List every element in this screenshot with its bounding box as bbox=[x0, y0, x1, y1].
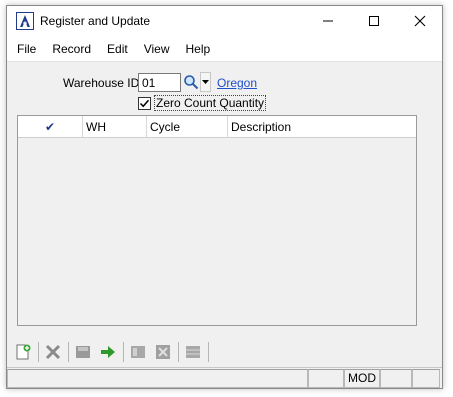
first-icon bbox=[131, 346, 145, 358]
maximize-button[interactable] bbox=[351, 6, 397, 36]
delete-icon bbox=[45, 344, 61, 360]
menu-record[interactable]: Record bbox=[44, 36, 99, 62]
grid-view-button[interactable] bbox=[182, 341, 204, 363]
lookup-button[interactable] bbox=[182, 72, 200, 92]
proceed-button[interactable] bbox=[97, 341, 119, 363]
warehouse-description-link[interactable]: Oregon bbox=[217, 76, 257, 90]
toolbar bbox=[7, 339, 442, 365]
delete-button[interactable] bbox=[42, 341, 64, 363]
magnifier-icon bbox=[184, 75, 199, 90]
save-icon bbox=[76, 346, 90, 358]
close-button[interactable] bbox=[397, 6, 443, 36]
toolbar-separator bbox=[38, 342, 39, 362]
register-and-update-window: Register and Update File Record Edit Vie… bbox=[6, 5, 443, 389]
expand-button[interactable] bbox=[152, 341, 174, 363]
menu-view[interactable]: View bbox=[136, 36, 178, 62]
maximize-icon bbox=[369, 16, 379, 26]
window-title: Register and Update bbox=[40, 14, 151, 28]
title-bar[interactable]: Register and Update bbox=[7, 6, 442, 36]
status-message bbox=[7, 369, 308, 388]
new-icon bbox=[16, 344, 31, 360]
menu-edit[interactable]: Edit bbox=[99, 36, 136, 62]
status-panel bbox=[380, 369, 412, 388]
toolbar-separator bbox=[178, 342, 179, 362]
status-panel bbox=[308, 369, 344, 388]
proceed-icon bbox=[101, 346, 115, 358]
toolbar-separator bbox=[123, 342, 124, 362]
column-header-cycle[interactable]: Cycle bbox=[147, 116, 228, 138]
status-panel bbox=[412, 369, 440, 388]
toolbar-separator bbox=[68, 342, 69, 362]
toolbar-separator bbox=[208, 342, 209, 362]
first-record-button[interactable] bbox=[127, 341, 149, 363]
new-record-button[interactable] bbox=[12, 341, 34, 363]
column-header-wh[interactable]: WH bbox=[83, 116, 147, 138]
expand-icon bbox=[156, 345, 170, 359]
lookup-dropdown-button[interactable] bbox=[200, 72, 211, 92]
menu-bar: File Record Edit View Help bbox=[7, 36, 442, 62]
minimize-button[interactable] bbox=[305, 6, 351, 36]
zero-count-quantity-checkbox[interactable] bbox=[138, 96, 151, 110]
checkmark-icon: ✔ bbox=[44, 120, 56, 134]
warehouse-id-label: Warehouse ID: bbox=[63, 76, 143, 90]
column-header-select[interactable]: ✔ bbox=[18, 116, 83, 138]
grid-icon bbox=[186, 346, 200, 358]
zero-count-quantity-row: Zero Count Quantity bbox=[138, 95, 267, 111]
cycle-grid[interactable]: ✔ WH Cycle Description bbox=[17, 115, 417, 326]
app-logo-icon bbox=[16, 12, 34, 30]
menu-file[interactable]: File bbox=[7, 36, 44, 62]
chevron-down-icon bbox=[202, 79, 209, 84]
status-mode: MOD bbox=[344, 369, 380, 388]
zero-count-quantity-label[interactable]: Zero Count Quantity bbox=[154, 95, 267, 111]
grid-header: ✔ WH Cycle Description bbox=[18, 116, 416, 138]
status-bar: MOD bbox=[7, 367, 442, 388]
minimize-icon bbox=[323, 20, 333, 22]
menu-help[interactable]: Help bbox=[178, 36, 219, 62]
checkmark-icon bbox=[139, 99, 150, 107]
save-button[interactable] bbox=[72, 341, 94, 363]
warehouse-id-input[interactable] bbox=[138, 73, 181, 92]
column-header-description[interactable]: Description bbox=[228, 116, 416, 138]
close-icon bbox=[414, 15, 426, 27]
